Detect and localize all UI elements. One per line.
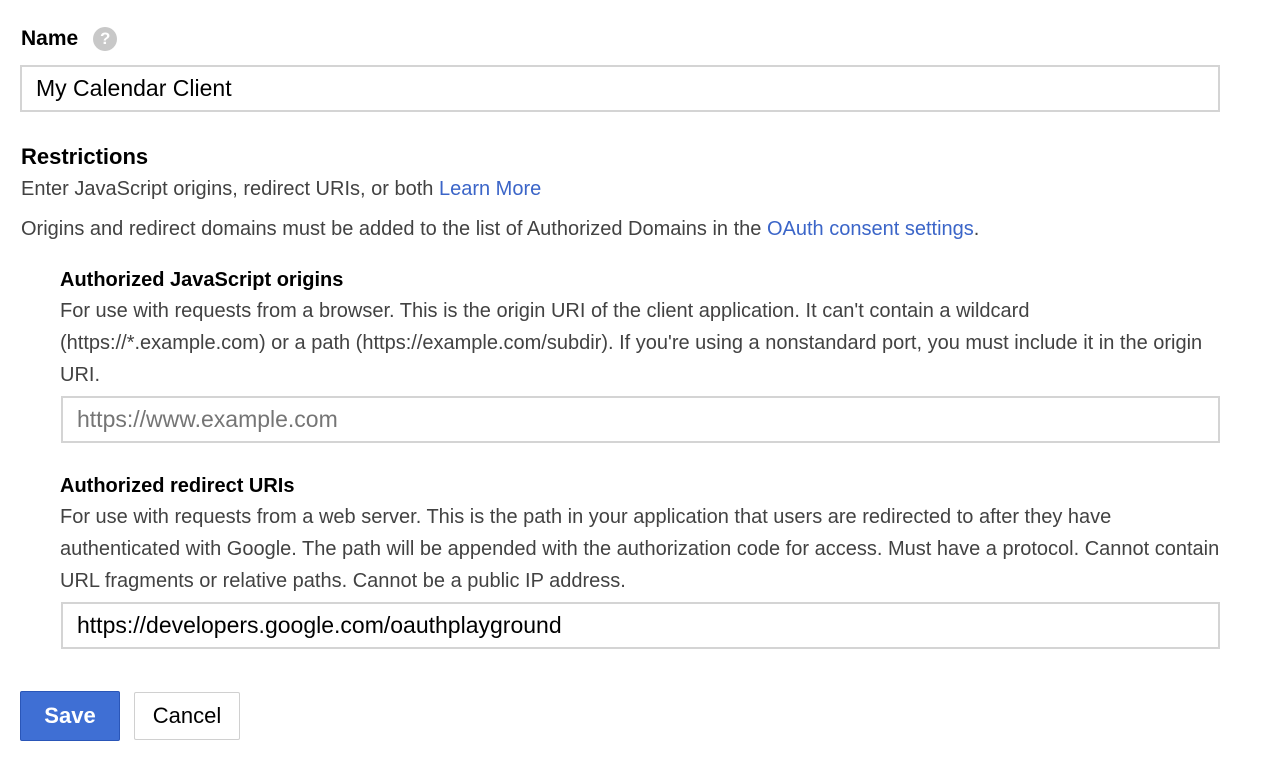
name-label-row: Name ? [21,27,118,51]
javascript-origins-description: For use with requests from a browser. Th… [60,300,1203,386]
cancel-button[interactable]: Cancel [134,692,240,740]
authorized-domains-suffix: . [973,218,980,240]
restrictions-intro-text: Enter JavaScript origins, redirect URIs,… [21,178,434,200]
learn-more-link[interactable]: Learn More [439,178,541,200]
javascript-origins-title: Authorized JavaScript origins [60,269,344,291]
save-button[interactable]: Save [20,691,120,741]
authorized-domains-note: Origins and redirect domains must be add… [21,214,979,245]
redirect-uris-section: Authorized redirect URIs For use with re… [60,472,1225,597]
oauth-consent-settings-link[interactable]: OAuth consent settings [767,218,974,240]
javascript-origins-input[interactable] [61,396,1220,443]
javascript-origins-section: Authorized JavaScript origins For use wi… [60,266,1225,391]
help-icon[interactable]: ? [93,27,118,51]
redirect-uris-description: For use with requests from a web server.… [60,506,1220,592]
restrictions-intro: Enter JavaScript origins, redirect URIs,… [21,174,541,205]
restrictions-title: Restrictions [21,144,149,169]
redirect-uris-title: Authorized redirect URIs [60,475,295,497]
name-label: Name [21,27,79,50]
authorized-domains-text: Origins and redirect domains must be add… [21,218,762,240]
redirect-uris-input[interactable] [61,602,1220,649]
name-input[interactable] [20,65,1220,112]
